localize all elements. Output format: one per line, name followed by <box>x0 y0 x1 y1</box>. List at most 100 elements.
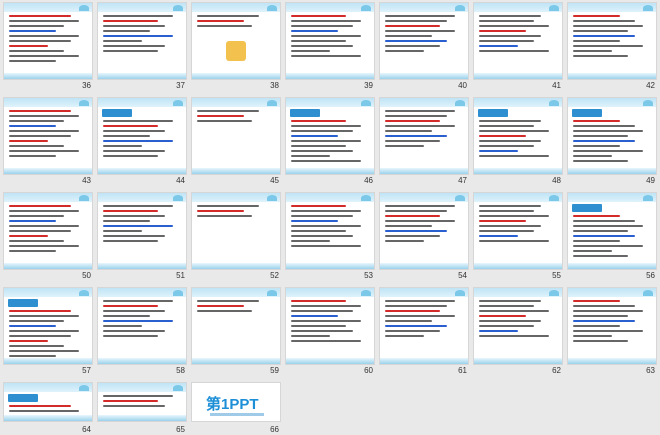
slide-thumbnail[interactable]: 42 <box>567 2 657 92</box>
slide-bottom-band <box>4 358 92 364</box>
slide-thumbnail[interactable]: 60 <box>285 287 375 377</box>
slide-preview <box>379 2 469 80</box>
cloud-icon <box>455 5 465 11</box>
slide-preview <box>3 2 93 80</box>
slide-number: 57 <box>82 366 91 375</box>
slide-thumbnail[interactable]: 44 <box>97 97 187 187</box>
slide-number: 53 <box>364 271 373 280</box>
slide-text-lines <box>479 120 557 160</box>
slide-preview <box>97 97 187 175</box>
slide-preview <box>3 382 93 422</box>
slide-thumbnail[interactable]: 45 <box>191 97 281 187</box>
slide-thumbnail[interactable]: 36 <box>3 2 93 92</box>
slide-text-lines <box>479 15 557 55</box>
slide-number: 55 <box>552 271 561 280</box>
slide-text-lines <box>385 300 463 340</box>
slide-bottom-band <box>192 263 280 269</box>
slide-thumbnail[interactable]: 65 <box>97 382 187 434</box>
slide-text-lines <box>103 120 181 160</box>
slide-thumbnail[interactable]: 59 <box>191 287 281 377</box>
cloud-icon <box>455 290 465 296</box>
slide-number: 62 <box>552 366 561 375</box>
slide-preview <box>97 287 187 365</box>
slide-preview <box>191 287 281 365</box>
cloud-icon <box>361 100 371 106</box>
cloud-icon <box>455 195 465 201</box>
slide-text-lines <box>9 310 87 360</box>
slide-thumbnail[interactable]: 54 <box>379 192 469 282</box>
slide-number: 39 <box>364 81 373 90</box>
slide-bottom-band <box>192 168 280 174</box>
slide-text-lines <box>9 205 87 255</box>
slide-preview <box>97 2 187 80</box>
slide-bottom-band <box>380 168 468 174</box>
cloud-icon <box>361 5 371 11</box>
slide-text-lines <box>291 300 369 345</box>
slide-thumbnail[interactable]: 47 <box>379 97 469 187</box>
slide-text-lines <box>573 300 651 345</box>
slide-thumbnail[interactable]: 49 <box>567 97 657 187</box>
slide-thumbnail[interactable]: 50 <box>3 192 93 282</box>
cloud-icon <box>267 5 277 11</box>
slide-thumbnail[interactable]: 52 <box>191 192 281 282</box>
slide-text-lines <box>573 120 651 165</box>
slide-preview <box>473 97 563 175</box>
slide-text-lines <box>291 120 369 165</box>
slide-bottom-band <box>474 73 562 79</box>
cloud-icon <box>173 290 183 296</box>
slide-preview <box>285 2 375 80</box>
slide-thumbnail[interactable]: 40 <box>379 2 469 92</box>
slide-header-tag <box>290 109 320 117</box>
slide-thumbnail[interactable]: 41 <box>473 2 563 92</box>
slide-text-lines <box>291 15 369 60</box>
slide-bottom-band <box>380 73 468 79</box>
slide-number: 63 <box>646 366 655 375</box>
slide-thumbnail[interactable]: 56 <box>567 192 657 282</box>
slide-thumbnail[interactable]: 64 <box>3 382 93 434</box>
cartoon-image-icon <box>226 41 246 61</box>
slide-thumbnail[interactable]: 53 <box>285 192 375 282</box>
slide-preview: 第1PPT <box>191 382 281 422</box>
cloud-icon <box>643 5 653 11</box>
slide-bottom-band <box>4 73 92 79</box>
slide-text-lines <box>573 215 651 260</box>
slide-header-tag <box>572 204 602 212</box>
slide-text-lines <box>197 300 275 315</box>
slide-number: 56 <box>646 271 655 280</box>
slide-bottom-band <box>192 73 280 79</box>
slide-number: 38 <box>270 81 279 90</box>
slide-preview <box>567 2 657 80</box>
slide-thumbnail[interactable]: 第1PPT 66 <box>191 382 281 434</box>
slide-preview <box>473 2 563 80</box>
slide-thumbnail[interactable]: 43 <box>3 97 93 187</box>
slide-number: 47 <box>458 176 467 185</box>
cloud-icon <box>643 100 653 106</box>
slide-thumbnail[interactable]: 46 <box>285 97 375 187</box>
slide-preview <box>3 287 93 365</box>
slide-preview <box>3 97 93 175</box>
slide-number: 46 <box>364 176 373 185</box>
slide-preview <box>473 287 563 365</box>
slide-number: 49 <box>646 176 655 185</box>
slide-thumbnail[interactable]: 57 <box>3 287 93 377</box>
slide-thumbnail[interactable]: 63 <box>567 287 657 377</box>
slide-preview <box>379 97 469 175</box>
slide-text-lines <box>291 205 369 250</box>
slide-thumbnail[interactable]: 55 <box>473 192 563 282</box>
slide-thumbnail[interactable]: 62 <box>473 287 563 377</box>
slide-bottom-band <box>286 263 374 269</box>
slide-bottom-band <box>474 263 562 269</box>
slide-thumbnail[interactable]: 37 <box>97 2 187 92</box>
slide-thumbnail[interactable]: 48 <box>473 97 563 187</box>
slide-thumbnail[interactable]: 38 <box>191 2 281 92</box>
slide-text-lines <box>479 205 557 245</box>
slide-thumbnail[interactable]: 58 <box>97 287 187 377</box>
slide-thumbnail[interactable]: 39 <box>285 2 375 92</box>
cloud-icon <box>643 290 653 296</box>
slide-number: 43 <box>82 176 91 185</box>
cloud-icon <box>549 5 559 11</box>
slide-thumbnail[interactable]: 61 <box>379 287 469 377</box>
slide-preview <box>285 287 375 365</box>
cloud-icon <box>267 290 277 296</box>
slide-thumbnail[interactable]: 51 <box>97 192 187 282</box>
